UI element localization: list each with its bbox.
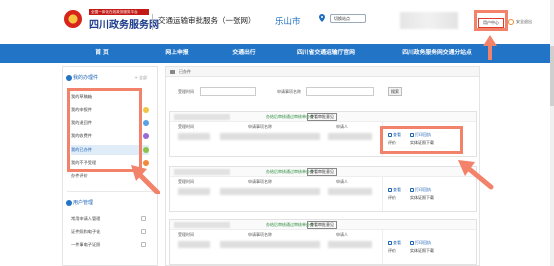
header-divider xyxy=(152,14,153,30)
cell-blurred xyxy=(220,188,320,195)
review-opinion-button[interactable]: 查看审批意见 xyxy=(307,113,337,121)
col-applicant: 申请人 xyxy=(336,179,348,184)
nav-home[interactable]: 首 页 xyxy=(62,44,142,63)
national-emblem-icon xyxy=(64,10,82,28)
cell-blurred xyxy=(178,188,210,195)
search-icon xyxy=(388,188,392,192)
annotation-highlight-user-center xyxy=(474,10,508,31)
cell-blurred xyxy=(328,133,372,140)
annotation-arrow-icon xyxy=(131,165,160,194)
card-title: 办结后审核通过审核单办件 查看审批意见 xyxy=(170,220,476,230)
col-item-name: 申请事项名称 xyxy=(248,232,272,237)
annotation-arrow-icon xyxy=(483,35,497,60)
wrench-icon xyxy=(141,216,146,221)
record-card: 办结后审核通过审核单办件 查看审批意见 受理时间 申请事项名称 申请人 查看 打… xyxy=(169,219,477,265)
cloud-icon xyxy=(141,229,146,234)
sidebar-item-id-photos[interactable]: 证件照和电子化 xyxy=(71,227,149,237)
col-applicant: 申请人 xyxy=(336,124,348,129)
nav-provincial-site[interactable]: 四川省交通运输厅官网 xyxy=(276,44,376,63)
location-pin-icon xyxy=(319,14,325,22)
record-card: 办结后审核通过审核单办件 查看审批意见 受理时间 申请事项名称 申请人 查看 打… xyxy=(169,166,477,212)
card-number-blurred xyxy=(174,222,230,228)
user-icon xyxy=(66,200,72,206)
print-receipt-link[interactable]: 打印回执 xyxy=(410,240,431,246)
home-icon[interactable] xyxy=(170,70,175,74)
sidebar-item-e-license[interactable]: 一件事电子证照 xyxy=(71,240,149,250)
status-dot xyxy=(143,120,149,126)
nav-gov-substation[interactable]: 四川政务服务网交通分站点 xyxy=(376,44,498,63)
col-applicant: 申请人 xyxy=(336,232,348,237)
nav-online-apply[interactable]: 网上申报 xyxy=(142,44,212,63)
review-opinion-button[interactable]: 查看审批意见 xyxy=(307,221,337,229)
sub-banner: 全国一体化在线政务服务平台 xyxy=(89,9,149,15)
cell-blurred xyxy=(220,241,320,248)
site-header: 全国一体化在线政务服务平台 四川政务服务网 交通运输审批服务（一张网） 乐山市 … xyxy=(0,0,554,44)
printer-icon xyxy=(410,241,414,245)
folder-icon xyxy=(66,75,72,81)
view-link[interactable]: 查看 xyxy=(388,240,401,246)
my-matters-header: 我的办理件 + 全部 xyxy=(63,72,157,84)
main-content: 已办件 受理时间 申请事项名称 搜索 办结后审核通过审核单办件 查看审批意见 受… xyxy=(165,66,480,266)
card-title: 办结后审核通过审核单办件 查看审批意见 xyxy=(170,112,476,122)
city-name: 乐山市 xyxy=(275,17,301,27)
date-filter-label: 受理时间 xyxy=(178,89,194,94)
system-title: 交通运输审批服务（一张网） xyxy=(158,16,256,25)
annotation-highlight-actions xyxy=(380,126,463,154)
card-divider xyxy=(382,177,383,211)
date-filter-input[interactable] xyxy=(200,87,256,96)
col-item-name: 申请事项名称 xyxy=(248,124,272,129)
cell-blurred xyxy=(220,133,320,140)
cell-blurred xyxy=(178,133,210,140)
cell-blurred xyxy=(328,188,372,195)
name-filter-input[interactable] xyxy=(306,87,374,96)
card-number-blurred xyxy=(174,169,230,175)
sidebar-item-applicants[interactable]: 常用申请人管理 xyxy=(71,214,149,224)
evaluate-link[interactable]: 评价 xyxy=(388,195,396,201)
cell-blurred xyxy=(328,241,372,248)
breadcrumb: 已办件 xyxy=(166,67,479,77)
cloud-icon xyxy=(141,242,146,247)
search-button[interactable]: 搜索 xyxy=(388,87,402,96)
name-filter-label: 申请事项名称 xyxy=(277,89,301,94)
search-icon xyxy=(388,241,392,245)
user-mgmt-title: 用户管理 xyxy=(73,200,94,206)
user-info-blurred xyxy=(400,12,458,29)
col-accept-time: 受理时间 xyxy=(178,124,194,129)
view-link[interactable]: 查看 xyxy=(388,187,401,193)
user-mgmt-header: 用户管理 xyxy=(63,197,157,209)
view-all-link[interactable]: + 全部 xyxy=(134,72,147,84)
status-dot xyxy=(143,147,149,153)
my-matters-title: 我的办理件 xyxy=(73,75,99,81)
logout-link[interactable]: 安全退出 xyxy=(516,19,532,25)
site-name[interactable]: 四川政务服务网 xyxy=(89,16,159,31)
main-nav: 首 页 网上申报 交通出行 四川省交通运输厅官网 四川政务服务网交通分站点 xyxy=(0,44,554,63)
card-number-blurred xyxy=(174,114,230,120)
col-accept-time: 受理时间 xyxy=(178,232,194,237)
annotation-arrow-icon xyxy=(458,160,494,190)
col-accept-time: 受理时间 xyxy=(178,179,194,184)
printer-icon xyxy=(410,188,414,192)
page-scrollbar[interactable] xyxy=(550,0,554,266)
scrollbar-thumb[interactable] xyxy=(550,46,554,106)
region-select[interactable]: 切换站点 xyxy=(330,14,366,23)
cell-blurred xyxy=(178,241,210,248)
status-dot xyxy=(143,133,149,139)
download-license-link[interactable]: 实体证照下载 xyxy=(410,248,434,254)
nav-travel[interactable]: 交通出行 xyxy=(212,44,276,63)
card-title: 办结后审核通过审核单办件 查看审批意见 xyxy=(170,167,476,177)
review-opinion-button[interactable]: 查看审批意见 xyxy=(307,168,337,176)
card-divider xyxy=(382,230,383,264)
col-item-name: 申请事项名称 xyxy=(248,179,272,184)
print-receipt-link[interactable]: 打印回执 xyxy=(410,187,431,193)
status-dot xyxy=(143,107,149,113)
evaluate-link[interactable]: 评价 xyxy=(388,248,396,254)
download-license-link[interactable]: 实体证照下载 xyxy=(410,195,434,201)
power-icon[interactable] xyxy=(508,19,514,25)
